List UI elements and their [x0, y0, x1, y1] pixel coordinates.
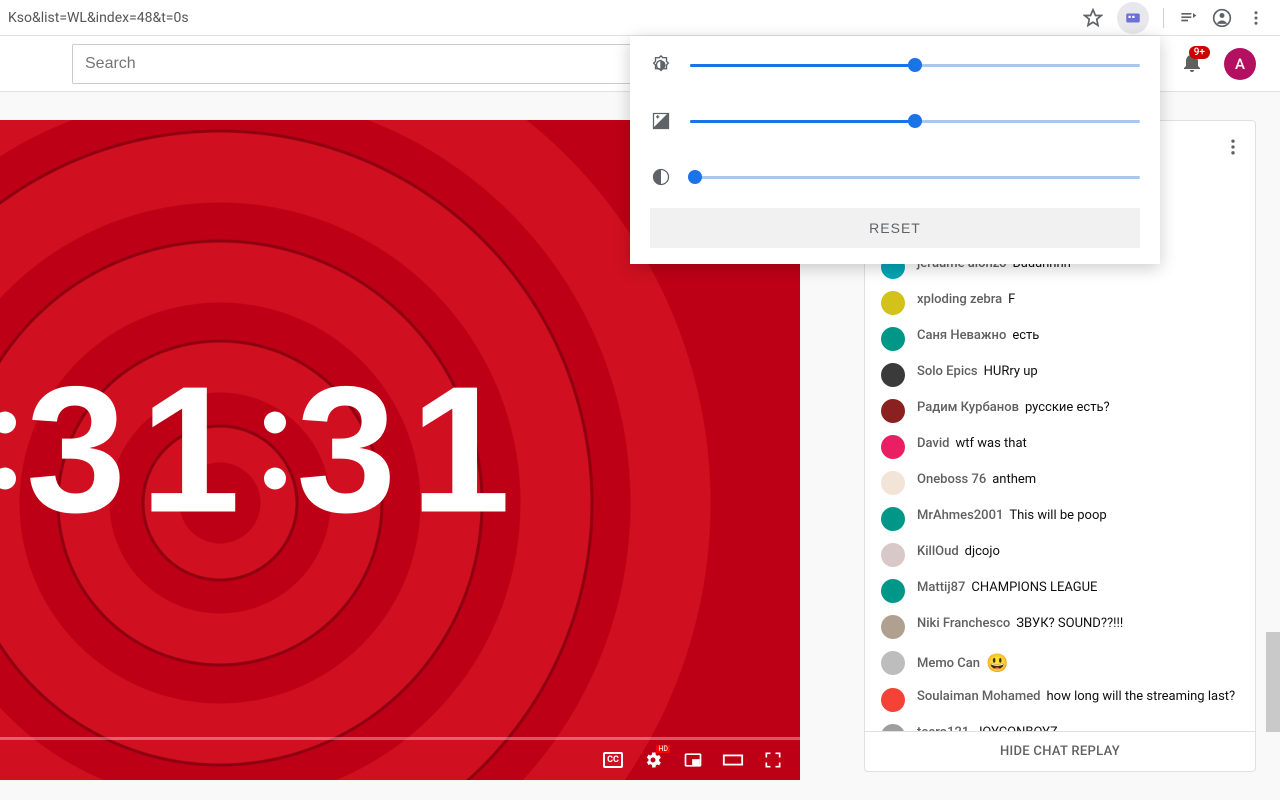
captions-button[interactable]: CC	[602, 749, 624, 771]
chat-avatar[interactable]	[881, 579, 905, 603]
chat-message: teero121JOYCONBOYZ	[881, 718, 1239, 731]
chat-text: русские есть?	[1025, 400, 1110, 415]
chat-text: anthem	[992, 472, 1036, 487]
user-avatar[interactable]: A	[1224, 48, 1256, 80]
chat-message-list[interactable]: jeruume alonzoBuuuhhhhxploding zebraFСан…	[865, 241, 1255, 731]
chat-username[interactable]: Memo Can	[917, 656, 980, 671]
chat-avatar[interactable]	[881, 543, 905, 567]
brightness-slider-row	[650, 54, 1140, 76]
chat-text: есть	[1012, 328, 1039, 343]
exposure-slider-row	[650, 110, 1140, 132]
search-input[interactable]	[72, 44, 632, 84]
chat-username[interactable]: xploding zebra	[917, 292, 1002, 307]
chat-message: Soulaiman Mohamed how long will the strea…	[881, 682, 1239, 718]
chat-avatar[interactable]	[881, 688, 905, 712]
chat-username[interactable]: David	[917, 436, 950, 451]
fullscreen-button[interactable]	[762, 749, 784, 771]
chat-message: Mattij87 CHAMPIONS LEAGUE	[881, 573, 1239, 609]
extension-popup: RESET	[630, 36, 1160, 264]
chat-message: MrAhmes2001 This will be poop	[881, 501, 1239, 537]
chat-username[interactable]: Oneboss 76	[917, 472, 986, 487]
chat-avatar[interactable]	[881, 471, 905, 495]
chat-username[interactable]: Solo Epics	[917, 364, 978, 379]
chat-message: Oneboss 76 anthem	[881, 465, 1239, 501]
chat-avatar[interactable]	[881, 327, 905, 351]
reset-button[interactable]: RESET	[650, 208, 1140, 248]
media-control-icon[interactable]	[1178, 8, 1198, 28]
chat-menu-button[interactable]	[1223, 137, 1243, 161]
chat-username[interactable]: MrAhmes2001	[917, 508, 1003, 523]
chat-text: wtf was that	[956, 436, 1027, 451]
browser-address-bar: Kso&list=WL&index=48&t=0s	[0, 0, 1280, 36]
settings-button[interactable]: HD	[642, 749, 664, 771]
chat-text: 😃	[986, 653, 1008, 674]
chat-message: xploding zebra F	[881, 285, 1239, 321]
separator	[1163, 8, 1164, 28]
chat-text: CHAMPIONS LEAGUE	[971, 580, 1097, 595]
chat-username[interactable]: Саня Неважно	[917, 328, 1006, 343]
chat-avatar[interactable]	[881, 724, 905, 731]
brightness-slider[interactable]	[690, 64, 1140, 67]
countdown-text: 31 31	[0, 347, 800, 554]
profile-icon[interactable]	[1212, 8, 1232, 28]
contrast-slider[interactable]	[690, 176, 1140, 179]
extension-button[interactable]	[1117, 2, 1149, 34]
hide-chat-button[interactable]: HIDE CHAT REPLAY	[865, 731, 1255, 771]
chat-text: ЗВУК? SOUND??!!!	[1016, 616, 1123, 631]
chat-avatar[interactable]	[881, 363, 905, 387]
contrast-slider-row	[650, 166, 1140, 188]
theater-button[interactable]	[722, 749, 744, 771]
chat-text: HURry up	[984, 364, 1038, 379]
exposure-slider[interactable]	[690, 120, 1140, 123]
chat-username[interactable]: Niki Franchesco	[917, 616, 1010, 631]
notification-badge: 9+	[1189, 46, 1210, 59]
chat-avatar[interactable]	[881, 651, 905, 675]
chat-username[interactable]: KillOud	[917, 544, 959, 559]
chat-avatar[interactable]	[881, 291, 905, 315]
chat-avatar[interactable]	[881, 615, 905, 639]
notifications-button[interactable]: 9+	[1180, 50, 1204, 78]
chat-message: Саня Неважно есть	[881, 321, 1239, 357]
chat-text: F	[1008, 292, 1015, 307]
chat-message: Memo Can 😃	[881, 645, 1239, 682]
brightness-icon	[650, 54, 672, 76]
exposure-icon	[650, 110, 672, 132]
chat-message: David wtf was that	[881, 429, 1239, 465]
chat-message: KillOud djcojo	[881, 537, 1239, 573]
chat-text: djcojo	[965, 544, 1000, 559]
browser-menu-icon[interactable]	[1246, 8, 1266, 28]
contrast-icon	[650, 166, 672, 188]
chat-text: how long will the streaming last?	[1047, 689, 1236, 704]
chat-text: This will be poop	[1009, 508, 1106, 523]
chat-message: Solo Epics HURry up	[881, 357, 1239, 393]
scrollbar[interactable]	[1266, 632, 1280, 732]
chat-username[interactable]: Soulaiman Mohamed	[917, 689, 1041, 704]
chat-message: Радим Курбанов русские есть?	[881, 393, 1239, 429]
chat-username[interactable]: Mattij87	[917, 580, 965, 595]
player-controls: CC HD	[0, 740, 800, 780]
chat-avatar[interactable]	[881, 507, 905, 531]
miniplayer-button[interactable]	[682, 749, 704, 771]
chat-avatar[interactable]	[881, 435, 905, 459]
chat-message: Niki Franchesco ЗВУК? SOUND??!!!	[881, 609, 1239, 645]
url-text: Kso&list=WL&index=48&t=0s	[8, 10, 1083, 26]
bookmark-star-icon[interactable]	[1083, 8, 1103, 28]
chat-avatar[interactable]	[881, 399, 905, 423]
chat-username[interactable]: Радим Курбанов	[917, 400, 1019, 415]
